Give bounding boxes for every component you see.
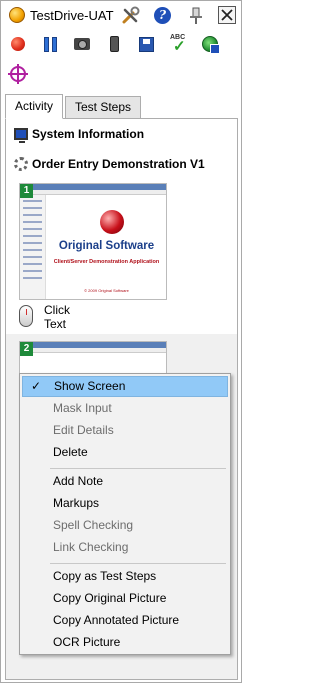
menu-item-show-screen[interactable]: ✓ Show Screen <box>22 376 228 397</box>
menu-item-copy-as-test-steps[interactable]: Copy as Test Steps <box>22 566 228 587</box>
menu-item-copy-original-picture[interactable]: Copy Original Picture <box>22 588 228 609</box>
spell-check-icon: ABC ✓ <box>170 34 186 55</box>
step-1-thumbnail[interactable]: 1 Original Software Client/Server Demons… <box>19 183 167 300</box>
menu-item-mask-input: Mask Input <box>53 401 112 415</box>
pin-icon[interactable] <box>186 6 206 26</box>
menu-item-markups[interactable]: Markups <box>22 493 228 514</box>
title-bar: TestDrive-UAT ? <box>1 1 241 31</box>
toolbar: ABC ✓ <box>1 31 241 91</box>
thumbnail-subtitle: Client/Server Demonstration Application <box>53 259 160 265</box>
order-entry-row[interactable]: Order Entry Demonstration V1 <box>14 155 205 173</box>
spell-check-button[interactable]: ABC ✓ <box>168 34 188 54</box>
menu-item-ocr-picture[interactable]: OCR Picture <box>22 632 228 653</box>
tools-icon[interactable] <box>121 6 141 26</box>
window-title: TestDrive-UAT <box>30 8 114 23</box>
menu-item-copy-annotated-picture[interactable]: Copy Annotated Picture <box>22 610 228 631</box>
order-entry-label: Order Entry Demonstration V1 <box>32 157 205 171</box>
app-logo-icon <box>9 7 25 23</box>
check-icon: ✓ <box>31 379 42 393</box>
context-menu: ✓ Show Screen Mask Input Edit Details De… <box>19 373 231 655</box>
tab-test-steps[interactable]: Test Steps <box>65 96 142 119</box>
close-icon <box>221 9 233 21</box>
menu-item-spell-checking: Spell Checking <box>53 518 134 532</box>
phone-button[interactable] <box>104 34 124 54</box>
help-icon[interactable]: ? <box>154 7 171 24</box>
thumbnail-content: Original Software Client/Server Demonstr… <box>47 195 166 299</box>
step-badge: 1 <box>20 184 33 198</box>
camera-icon <box>74 38 90 50</box>
target-icon <box>8 64 28 84</box>
menu-separator <box>50 468 226 469</box>
brand-logo-icon <box>100 210 124 234</box>
thumbnail-brand: Original Software <box>58 240 155 252</box>
system-info-row[interactable]: System Information <box>14 125 144 143</box>
tab-activity[interactable]: Activity <box>5 94 64 119</box>
menu-item-edit-details: Edit Details <box>53 423 114 437</box>
step-badge: 2 <box>20 342 33 356</box>
save-button[interactable] <box>136 34 156 54</box>
monitor-icon <box>14 128 28 143</box>
close-button[interactable] <box>218 6 236 24</box>
phone-icon <box>109 36 119 52</box>
thumbnail-copyright: © 2009 Original Software <box>84 288 129 293</box>
menu-item-delete[interactable]: Delete <box>22 442 228 463</box>
gears-icon <box>14 157 28 171</box>
action-verb: Click <box>44 303 70 317</box>
app-window: TestDrive-UAT ? ABC ✓ Activity Test Step… <box>0 0 242 683</box>
system-info-label: System Information <box>32 127 145 141</box>
step-2-thumbnail[interactable]: 2 <box>19 341 167 374</box>
record-button[interactable] <box>8 34 28 54</box>
tab-strip: Activity Test Steps <box>5 94 237 119</box>
menu-item-link-checking: Link Checking <box>53 540 129 554</box>
globe-icon <box>202 36 220 54</box>
menu-separator <box>50 563 226 564</box>
pause-button[interactable] <box>40 34 60 54</box>
pause-icon <box>43 36 57 52</box>
thumbnail-sidebar <box>20 195 46 299</box>
menu-item-add-note[interactable]: Add Note <box>22 471 228 492</box>
camera-button[interactable] <box>72 34 92 54</box>
action-label: Click Text <box>44 303 70 331</box>
action-target: Text <box>44 317 67 331</box>
save-icon <box>138 36 154 52</box>
web-button[interactable] <box>200 34 220 54</box>
record-icon <box>11 37 25 51</box>
target-button[interactable] <box>8 64 28 84</box>
mouse-icon <box>19 305 33 327</box>
